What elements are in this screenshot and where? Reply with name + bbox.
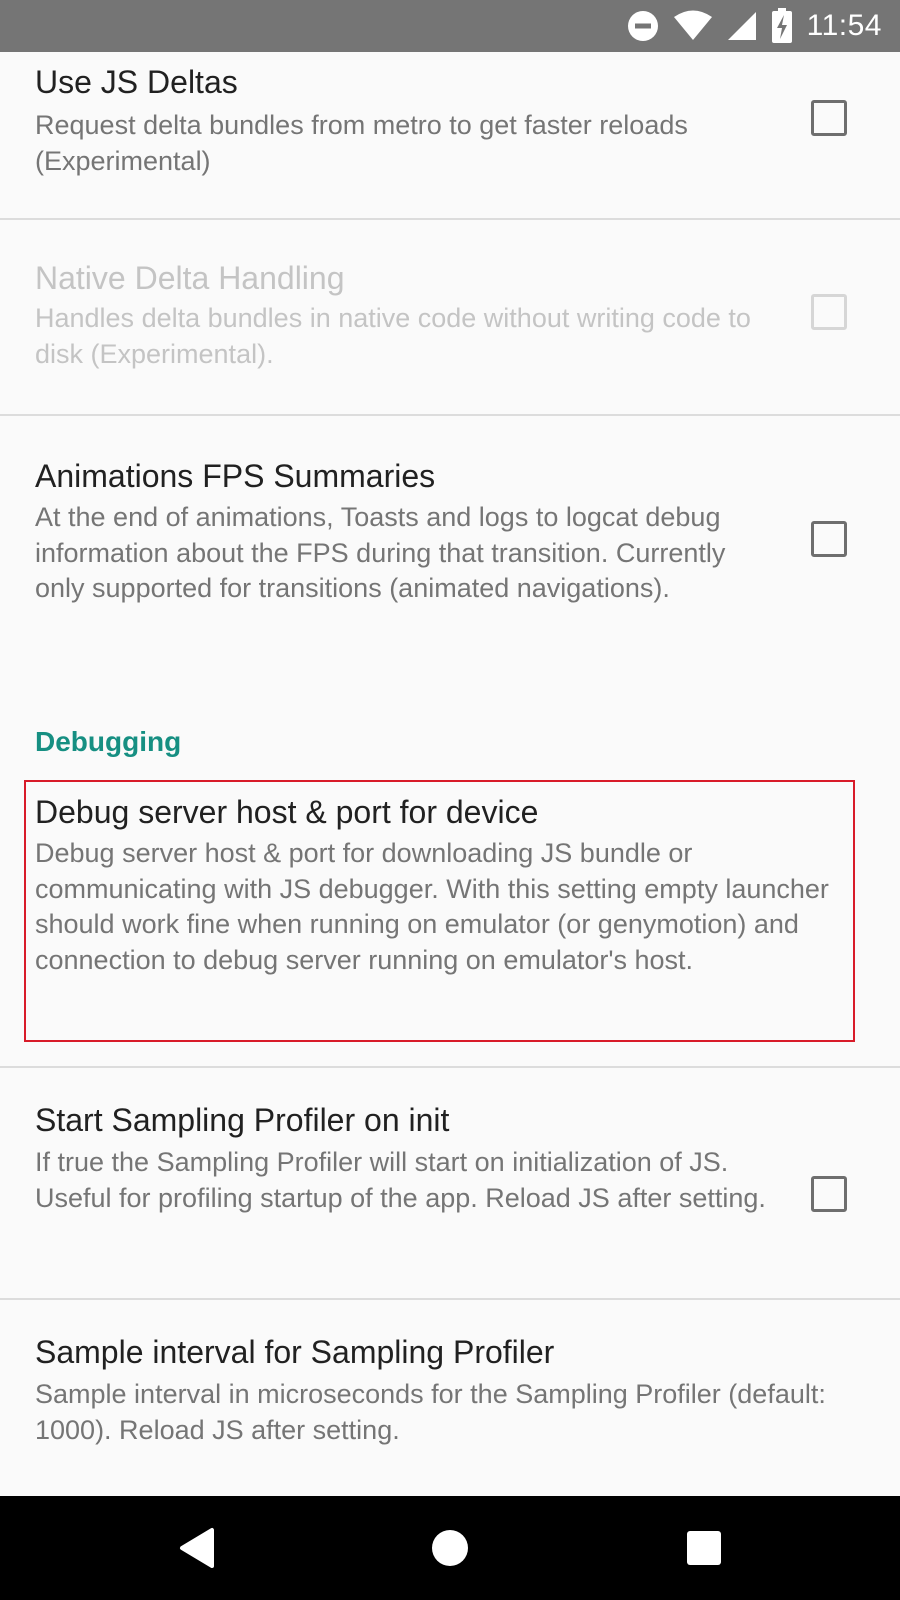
- start-sampling-profiler-checkbox[interactable]: [811, 1176, 847, 1212]
- status-time: 11:54: [806, 9, 882, 42]
- pref-summary: Request delta bundles from metro to get …: [35, 110, 688, 176]
- pref-title: Start Sampling Profiler on init: [35, 1102, 450, 1138]
- pref-summary: At the end of animations, Toasts and log…: [35, 502, 726, 603]
- back-button[interactable]: [174, 1524, 222, 1572]
- native-delta-handling-checkbox: [811, 294, 847, 330]
- pref-title: Use JS Deltas: [35, 64, 238, 100]
- pref-sample-interval[interactable]: Sample interval for Sampling Profiler Sa…: [0, 1300, 900, 1496]
- pref-animations-fps-summaries[interactable]: Animations FPS Summaries At the end of a…: [0, 416, 900, 686]
- pref-summary: Handles delta bundles in native code wit…: [35, 303, 751, 369]
- pref-title: Native Delta Handling: [35, 260, 345, 296]
- pref-summary: If true the Sampling Profiler will start…: [35, 1147, 766, 1213]
- cell-signal-icon: [727, 12, 756, 40]
- navigation-bar: [0, 1496, 900, 1600]
- back-icon: [180, 1528, 214, 1568]
- home-icon: [432, 1530, 468, 1566]
- status-bar: 11:54: [0, 0, 900, 52]
- home-button[interactable]: [426, 1524, 474, 1572]
- pref-summary: Sample interval in microseconds for the …: [35, 1379, 826, 1445]
- battery-charging-icon: [771, 8, 792, 43]
- pref-title: Animations FPS Summaries: [35, 458, 436, 494]
- use-js-deltas-checkbox[interactable]: [811, 100, 847, 136]
- do-not-disturb-icon: [627, 11, 658, 41]
- animations-fps-summaries-checkbox[interactable]: [811, 521, 847, 557]
- pref-use-js-deltas[interactable]: Use JS Deltas Request delta bundles from…: [0, 52, 900, 218]
- pref-title: Sample interval for Sampling Profiler: [35, 1334, 555, 1370]
- status-icons: 11:54: [627, 0, 882, 52]
- pref-native-delta-handling: Native Delta Handling Handles delta bund…: [0, 220, 900, 412]
- recents-button[interactable]: [680, 1524, 728, 1572]
- recents-icon: [687, 1531, 721, 1565]
- highlight-box: [24, 780, 855, 1042]
- category-header-debugging: Debugging: [35, 726, 182, 757]
- wifi-icon: [673, 10, 712, 40]
- pref-start-sampling-profiler[interactable]: Start Sampling Profiler on init If true …: [0, 1068, 900, 1280]
- preference-list[interactable]: Use JS Deltas Request delta bundles from…: [0, 52, 900, 1496]
